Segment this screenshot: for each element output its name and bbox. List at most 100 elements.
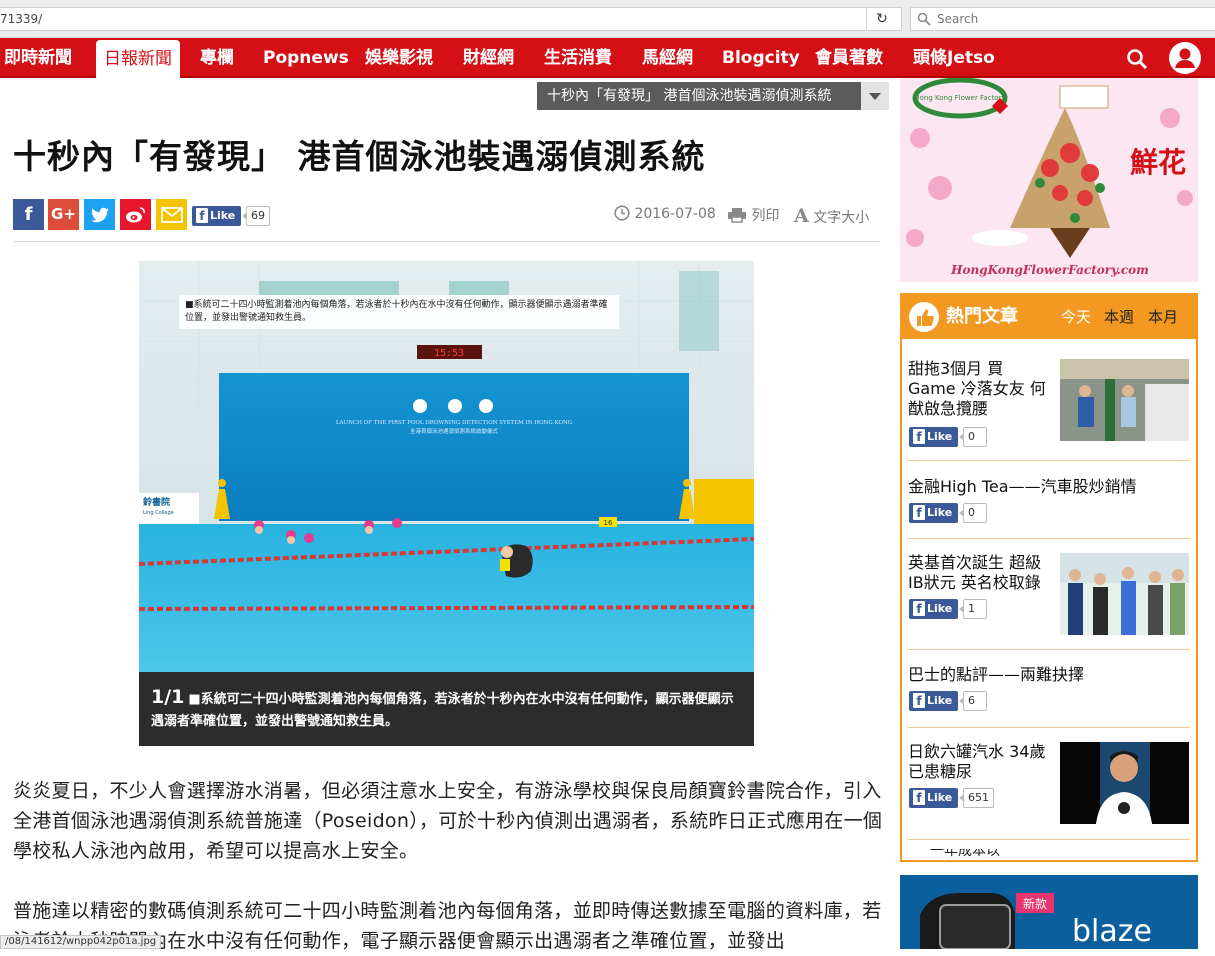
blaze-ad-image: 新款 blaze [900, 875, 1198, 949]
header-divider [13, 241, 880, 242]
hot-article-thumbnail[interactable] [1060, 553, 1189, 635]
nav-item-lifestyle[interactable]: 生活消費 [544, 38, 612, 78]
blaze-ad[interactable]: 新款 blaze [900, 875, 1198, 949]
twitter-share-icon[interactable] [84, 199, 115, 230]
address-bar[interactable]: 71339/ ↻ [0, 7, 902, 31]
flower-ad-image: Hong Kong Flower Factory 鮮花 HongKongFlow… [900, 78, 1198, 282]
nav-item-blogcity[interactable]: Blogcity [722, 38, 800, 78]
hot-article-title[interactable]: 英基首次誕生 超級IB狀元 英名校取錄 [908, 553, 1048, 593]
hot-articles-panel: 熱門文章 今天 本週 本月 甜拖3個月 買Game 冷落女友 何猷啟急攬腰 Li… [900, 293, 1198, 862]
print-button[interactable]: 列印 [727, 205, 779, 225]
nav-item-instant-news[interactable]: 即時新聞 [4, 38, 72, 78]
tab-this-month[interactable]: 本月 [1148, 295, 1178, 339]
fb-like-count: 0 [959, 503, 987, 523]
flower-ad[interactable]: Hong Kong Flower Factory 鮮花 HongKongFlow… [900, 78, 1198, 282]
fb-like-count: 1 [959, 599, 987, 619]
photo-caption-text: ■系統可二十四小時監測着池內每個角落，若泳者於十秒內在水中沒有任何動作，顯示器便… [151, 692, 734, 729]
banner-title: LAUNCH OF THE FIRST POOL DROWNING DETECT… [336, 420, 572, 426]
tab-this-week[interactable]: 本週 [1104, 295, 1134, 339]
lane-marker: 16 [604, 519, 613, 527]
nav-item-columns[interactable]: 專欄 [200, 38, 234, 78]
list-divider [908, 538, 1190, 539]
weibo-share-icon[interactable] [120, 199, 151, 230]
related-news-dropdown[interactable]: 十秒內「有發現」 港首個泳池裝遇溺偵測系統 [537, 82, 889, 110]
page-title: 十秒內「有發現」 港首個泳池裝遇溺偵測系統 [13, 137, 706, 176]
thumbs-up-icon [909, 302, 939, 332]
hot-article-item[interactable]: 甜拖3個月 買Game 冷落女友 何猷啟急攬腰 Like 0 [908, 359, 1190, 447]
photo-overlay-caption: ■系統可二十四小時監測着池內每個角落，若泳者於十秒內在水中沒有任何動作，顯示器便… [185, 300, 608, 323]
photo-caption: 1/1 ■系統可二十四小時監測着池內每個角落，若泳者於十秒內在水中沒有任何動作，顯… [139, 672, 754, 746]
nav-item-entertainment[interactable]: 娛樂影視 [365, 38, 433, 78]
nav-item-daily-news[interactable]: 日報新聞 [96, 40, 180, 78]
nav-item-finance[interactable]: 財經網 [463, 38, 514, 78]
photo-counter: 1/1 [151, 686, 185, 708]
address-divider [866, 8, 867, 30]
browser-search-input[interactable]: Search [910, 7, 1215, 31]
publish-date-text: 2016-07-08 [634, 206, 716, 222]
college-sign: 鈴書院 [143, 496, 170, 508]
user-icon[interactable] [1169, 42, 1201, 74]
chevron-down-icon[interactable] [861, 82, 889, 110]
font-size-label: 文字大小 [813, 210, 870, 226]
fb-like-button[interactable]: Like [909, 503, 958, 523]
list-divider [908, 649, 1190, 650]
hot-article-title[interactable]: 甜拖3個月 買Game 冷落女友 何猷啟急攬腰 [908, 359, 1048, 419]
hot-articles-header: 熱門文章 今天 本週 本月 [902, 295, 1196, 339]
fb-like-count: 0 [959, 427, 987, 447]
publish-date: 2016-07-08 [614, 205, 716, 222]
related-news-text: 十秒內「有發現」 港首個泳池裝遇溺偵測系統 [547, 88, 832, 104]
fb-like-button[interactable]: Like [909, 788, 958, 808]
hot-article-item[interactable]: 英基首次誕生 超級IB狀元 英名校取錄 Like 1 [908, 553, 1190, 639]
swimming-pool-image: 15:53 LAUNCH OF THE FIRST POOL DROWNING … [139, 261, 754, 672]
flower-ad-logo: Hong Kong Flower Factory [914, 94, 1005, 102]
hot-article-item[interactable]: 金融High Tea——汽車股炒銷情 Like 0 [908, 477, 1190, 527]
blaze-ad-badge: 新款 [1023, 896, 1047, 911]
nav-item-jetso[interactable]: 頭條Jetso [913, 38, 995, 78]
list-divider [908, 727, 1190, 728]
email-share-icon[interactable] [156, 199, 187, 230]
pool-clock: 15:53 [434, 348, 464, 359]
main-nav: 即時新聞 日報新聞 專欄 Popnews 娛樂影視 財經網 生活消費 馬經網 B… [0, 38, 1215, 78]
hot-article-title[interactable]: 金融High Tea——汽車股炒銷情 [908, 477, 1190, 497]
article-photo[interactable]: 15:53 LAUNCH OF THE FIRST POOL DROWNING … [139, 261, 754, 672]
facebook-share-icon[interactable]: f [13, 199, 44, 230]
tab-today[interactable]: 今天 [1061, 295, 1091, 339]
google-plus-share-icon[interactable]: G+ [48, 199, 79, 230]
hot-article-item[interactable]: 日飲六罐汽水 34歲已患糖尿 Like 651 [908, 742, 1190, 826]
flower-ad-text: 鮮花 [1130, 146, 1186, 179]
blaze-ad-brand: blaze [1072, 914, 1152, 949]
fb-like-count: 6 [959, 691, 987, 711]
fb-like-button[interactable]: Like [192, 206, 241, 226]
hot-article-title[interactable]: 日飲六罐汽水 34歲已患糖尿 [908, 742, 1048, 782]
hot-article-thumbnail[interactable] [1060, 359, 1189, 441]
fb-like-count: 651 [959, 788, 994, 808]
banner-subtitle: 全港首個泳池遇溺偵測系統啟動儀式 [410, 427, 499, 435]
print-label: 列印 [751, 208, 780, 224]
hot-articles-title: 熱門文章 [946, 306, 1018, 327]
nav-item-popnews[interactable]: Popnews [263, 38, 349, 78]
nav-item-racing[interactable]: 馬經網 [642, 38, 693, 78]
search-icon [917, 12, 931, 26]
list-divider [908, 839, 1190, 840]
clock-icon [614, 205, 630, 221]
college-sign-sub: Ling College [143, 510, 174, 516]
fb-like-button[interactable]: Like [909, 427, 958, 447]
nav-item-member-offers[interactable]: 會員著數 [815, 38, 883, 78]
hot-article-title[interactable]: 一年成本以 [930, 849, 1000, 857]
flower-ad-site: HongKongFlowerFactory.com [950, 263, 1149, 277]
browser-toolbar: 71339/ ↻ Search [0, 0, 1215, 38]
font-size-button[interactable]: A 文字大小 [794, 205, 869, 227]
nav-search-icon[interactable] [1126, 48, 1148, 70]
reload-icon[interactable]: ↻ [873, 10, 891, 28]
fb-like-button[interactable]: Like [909, 599, 958, 619]
hot-article-thumbnail[interactable] [1060, 742, 1189, 824]
search-placeholder: Search [937, 12, 979, 26]
list-divider [908, 460, 1190, 461]
fb-like-button[interactable]: Like [909, 691, 958, 711]
address-text: 71339/ [0, 12, 43, 26]
hot-article-item[interactable]: 巴士的點評——兩難抉擇 Like 6 [908, 665, 1190, 715]
hot-article-title[interactable]: 巴士的點評——兩難抉擇 [908, 665, 1190, 685]
status-bar-url: /08/141612/wnpp042p01a.jpg [0, 935, 162, 949]
font-size-icon: A [794, 205, 809, 227]
article-paragraph: 炎炎夏日，不少人會選擇游水消暑，但必須注意水上安全，有游泳學校與保良局顏寶鈴書院… [13, 780, 883, 862]
